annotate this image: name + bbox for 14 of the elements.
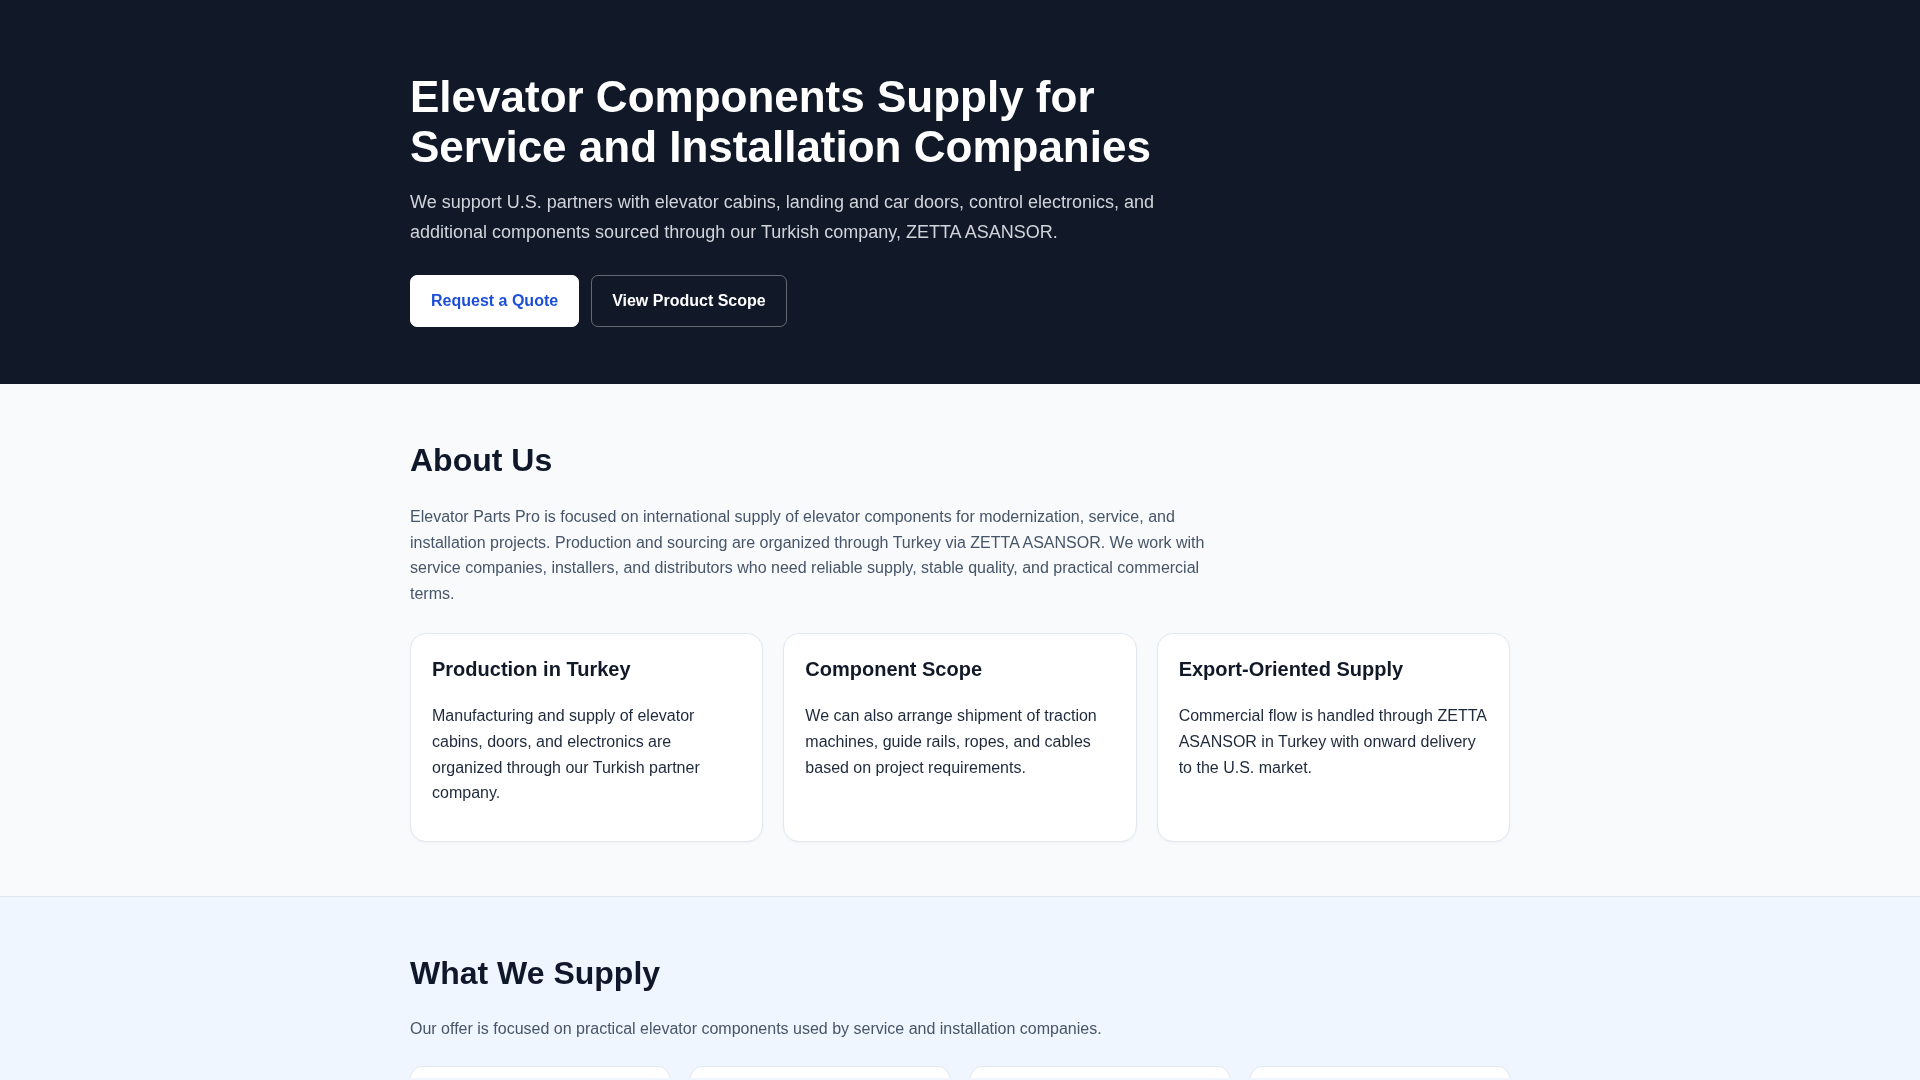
- section-heading: About Us: [410, 441, 554, 481]
- section-text: Elevator Parts Pro is focused on international supply of elevator components for modernization, service, and installation projects. Production and sourcing are organized through Turkey via ZETTA ASANSOR. We work with service companies, installers, and distributors who need reliable supply, stable quality, and practical commercial terms.: [410, 506, 1206, 604]
- section-heading: What We Supply: [410, 953, 662, 993]
- card-text: Manufacturing and supply of elevator cabins, doors, and electronics are organized through our Turkish partner company.: [432, 706, 701, 804]
- scope-button[interactable]: View Product Scope: [591, 275, 787, 328]
- quote-button[interactable]: Request a Quote: [410, 275, 580, 328]
- hero-text: We support U.S. partners with elevator cabins, landing and car doors, control electronics, and additional components sourced through our Turkish company, ZETTA ASANSOR.: [410, 191, 1156, 244]
- card-title: Export-Oriented Supply: [1178, 657, 1405, 683]
- card-text: We can also arrange shipment of traction machines, guide rails, ropes, and cables based on project requirements.: [805, 706, 1098, 778]
- card-title: Production in Turkey: [432, 657, 632, 683]
- card-title: Component Scope: [805, 657, 983, 683]
- hero-title: Elevator Components Supply for Service and Installation Companies: [410, 72, 1152, 172]
- section-text: Our offer is focused on practical elevator components used by service and installation companies.: [410, 1019, 1103, 1040]
- card-text: Commercial flow is handled through ZETTA ASANSOR in Turkey with onward delivery to the U.S. market.: [1178, 706, 1488, 778]
